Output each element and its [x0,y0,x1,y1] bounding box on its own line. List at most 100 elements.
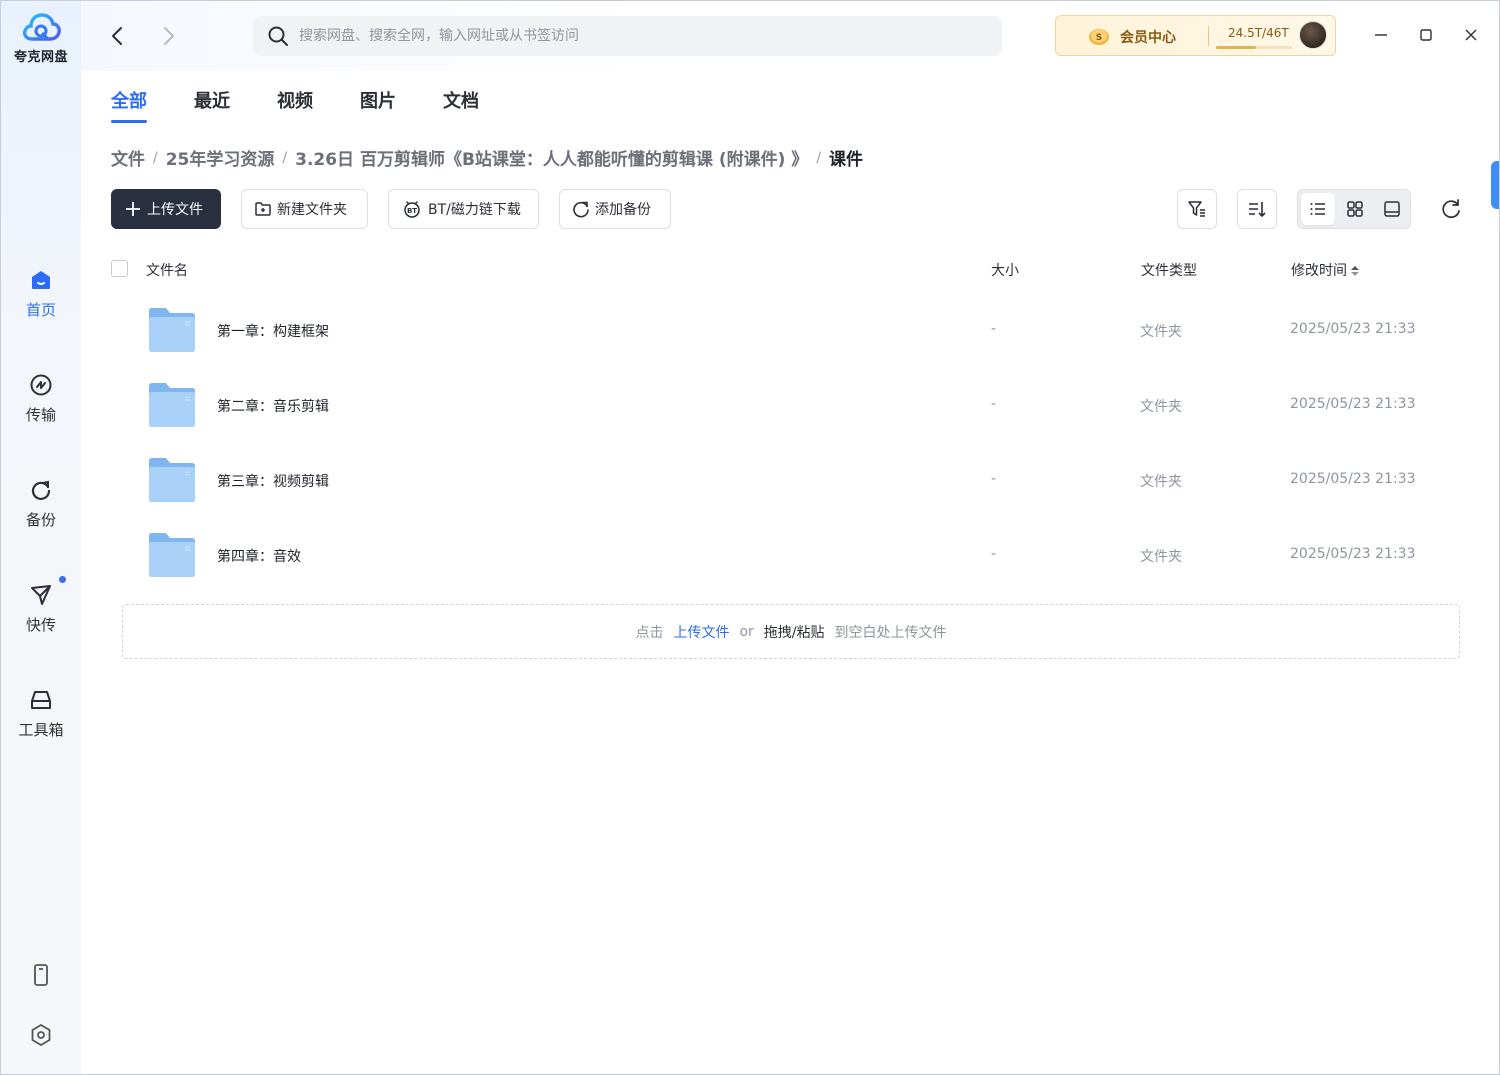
view-mode-switcher [1297,189,1411,229]
new-folder-button[interactable]: 新建文件夹 [241,189,368,229]
select-all-checkbox[interactable] [111,260,128,277]
tab-documents[interactable]: 文档 [443,87,479,123]
file-name[interactable]: 第三章：视频剪辑 [217,471,329,491]
sidebar-item-quick-send[interactable]: 快传 [1,576,81,635]
tab-video[interactable]: 视频 [277,87,313,123]
avatar[interactable] [1299,21,1327,49]
file-modified: 2025/05/23 21:33 [1290,471,1416,487]
table-row[interactable]: 第一章：构建框架 - 文件夹 2025/05/23 21:33 [111,294,1471,369]
chevron-left-icon [112,27,122,45]
vip-center[interactable]: S 会员中心 24.5T/46T [1055,15,1336,56]
category-tabs: 全部 最近 视频 图片 文档 [111,87,526,123]
sort-icon [1249,202,1266,218]
mobile-icon[interactable] [1,963,81,991]
dropzone-prefix: 点击 [635,624,664,641]
sidebar-item-transfer[interactable]: 传输 [1,372,81,425]
quark-cloud-logo-icon [21,11,61,43]
file-type: 文件夹 [1140,399,1182,415]
file-table-header: 文件名 大小 文件类型 修改时间 [111,257,1471,281]
new-folder-label: 新建文件夹 [277,202,347,218]
storage-quota: 24.5T/46T [1228,26,1289,40]
column-header-modified[interactable]: 修改时间 [1291,260,1359,280]
bt-download-label: BT/磁力链下载 [428,202,521,218]
list-view-button[interactable] [1301,193,1335,225]
filter-button[interactable] [1177,189,1217,229]
svg-text:S: S [1096,33,1102,43]
upload-button-label: 上传文件 [147,202,203,218]
file-modified: 2025/05/23 21:33 [1290,546,1416,562]
file-size: - [991,471,997,487]
app-logo[interactable]: 夸克网盘 [1,11,81,65]
storage-progress-bar [1216,46,1292,49]
upload-button[interactable]: 上传文件 [111,189,221,229]
side-drawer-handle[interactable] [1491,161,1499,209]
app-window: 夸克网盘 首页 传输 备份 快传 工具箱 搜索网盘、搜索全网，输入网址或从书签访… [0,0,1500,1075]
notification-dot [59,576,66,583]
sidebar: 夸克网盘 首页 传输 备份 快传 工具箱 [1,1,81,1074]
grid-view-button[interactable] [1338,193,1372,225]
home-icon [28,267,54,293]
dropzone-or: or [739,623,754,640]
file-size: - [991,321,997,337]
breadcrumb-item[interactable]: 3.26日 百万剪辑师《B站课堂：人人都能听懂的剪辑课 (附课件) 》 [295,145,808,170]
file-name[interactable]: 第一章：构建框架 [217,321,329,341]
close-button[interactable] [1461,25,1481,45]
sort-button[interactable] [1237,189,1277,229]
file-size: - [991,546,997,562]
file-modified: 2025/05/23 21:33 [1290,396,1416,412]
tab-all[interactable]: 全部 [111,87,147,123]
svg-text:BT: BT [407,207,417,215]
toolbox-icon [28,687,54,713]
preview-view-button[interactable] [1375,193,1409,225]
file-type: 文件夹 [1140,549,1182,565]
tab-recent[interactable]: 最近 [194,87,230,123]
file-type: 文件夹 [1140,474,1182,490]
table-row[interactable]: 第二章：音乐剪辑 - 文件夹 2025/05/23 21:33 [111,369,1471,444]
table-row[interactable]: 第三章：视频剪辑 - 文件夹 2025/05/23 21:33 [111,444,1471,519]
search-input[interactable] [299,28,939,44]
maximize-button[interactable] [1416,25,1436,45]
transfer-icon [28,372,54,398]
folder-icon [149,458,195,502]
breadcrumb-separator: / [153,149,158,166]
bt-download-button[interactable]: BT BT/磁力链下载 [388,189,539,229]
column-header-size[interactable]: 大小 [991,260,1019,280]
folder-icon [149,533,195,577]
add-backup-label: 添加备份 [595,202,651,218]
file-modified: 2025/05/23 21:33 [1290,321,1416,337]
back-button[interactable] [107,25,129,47]
maximize-icon [1420,29,1432,41]
chevron-right-icon [164,27,174,45]
bt-magnet-icon: BT [401,200,423,218]
forward-button[interactable] [157,25,179,47]
app-name: 夸克网盘 [13,50,68,65]
file-size: - [991,396,997,412]
sidebar-item-label: 快传 [25,616,56,634]
upload-drop-zone[interactable]: 点击 上传文件 or 拖拽/粘贴 到空白处上传文件 [122,604,1460,659]
breadcrumb-item[interactable]: 文件 [111,145,145,170]
file-name[interactable]: 第四章：音效 [217,546,301,566]
minimize-icon [1375,34,1387,36]
sidebar-item-backup[interactable]: 备份 [1,477,81,530]
tab-images[interactable]: 图片 [360,87,396,123]
sidebar-item-label: 首页 [25,301,56,319]
divider [1208,26,1209,46]
column-header-modified-label: 修改时间 [1291,263,1347,279]
refresh-button[interactable] [1439,197,1463,221]
column-header-type[interactable]: 文件类型 [1141,260,1197,280]
table-row[interactable]: 第四章：音效 - 文件夹 2025/05/23 21:33 [111,519,1471,594]
breadcrumb-item[interactable]: 25年学习资源 [166,145,275,170]
sidebar-item-toolbox[interactable]: 工具箱 [1,687,81,740]
dropzone-upload-link[interactable]: 上传文件 [673,622,729,642]
file-name[interactable]: 第二章：音乐剪辑 [217,396,329,416]
new-folder-icon [254,200,272,218]
send-icon [28,582,54,608]
minimize-button[interactable] [1371,25,1391,45]
add-backup-button[interactable]: 添加备份 [559,189,671,229]
settings-icon[interactable] [1,1023,81,1051]
search-bar[interactable] [253,16,1002,56]
sidebar-item-home[interactable]: 首页 [1,267,81,320]
column-header-name[interactable]: 文件名 [146,260,188,280]
preview-view-icon [1384,201,1400,217]
breadcrumb-separator: / [816,149,822,166]
